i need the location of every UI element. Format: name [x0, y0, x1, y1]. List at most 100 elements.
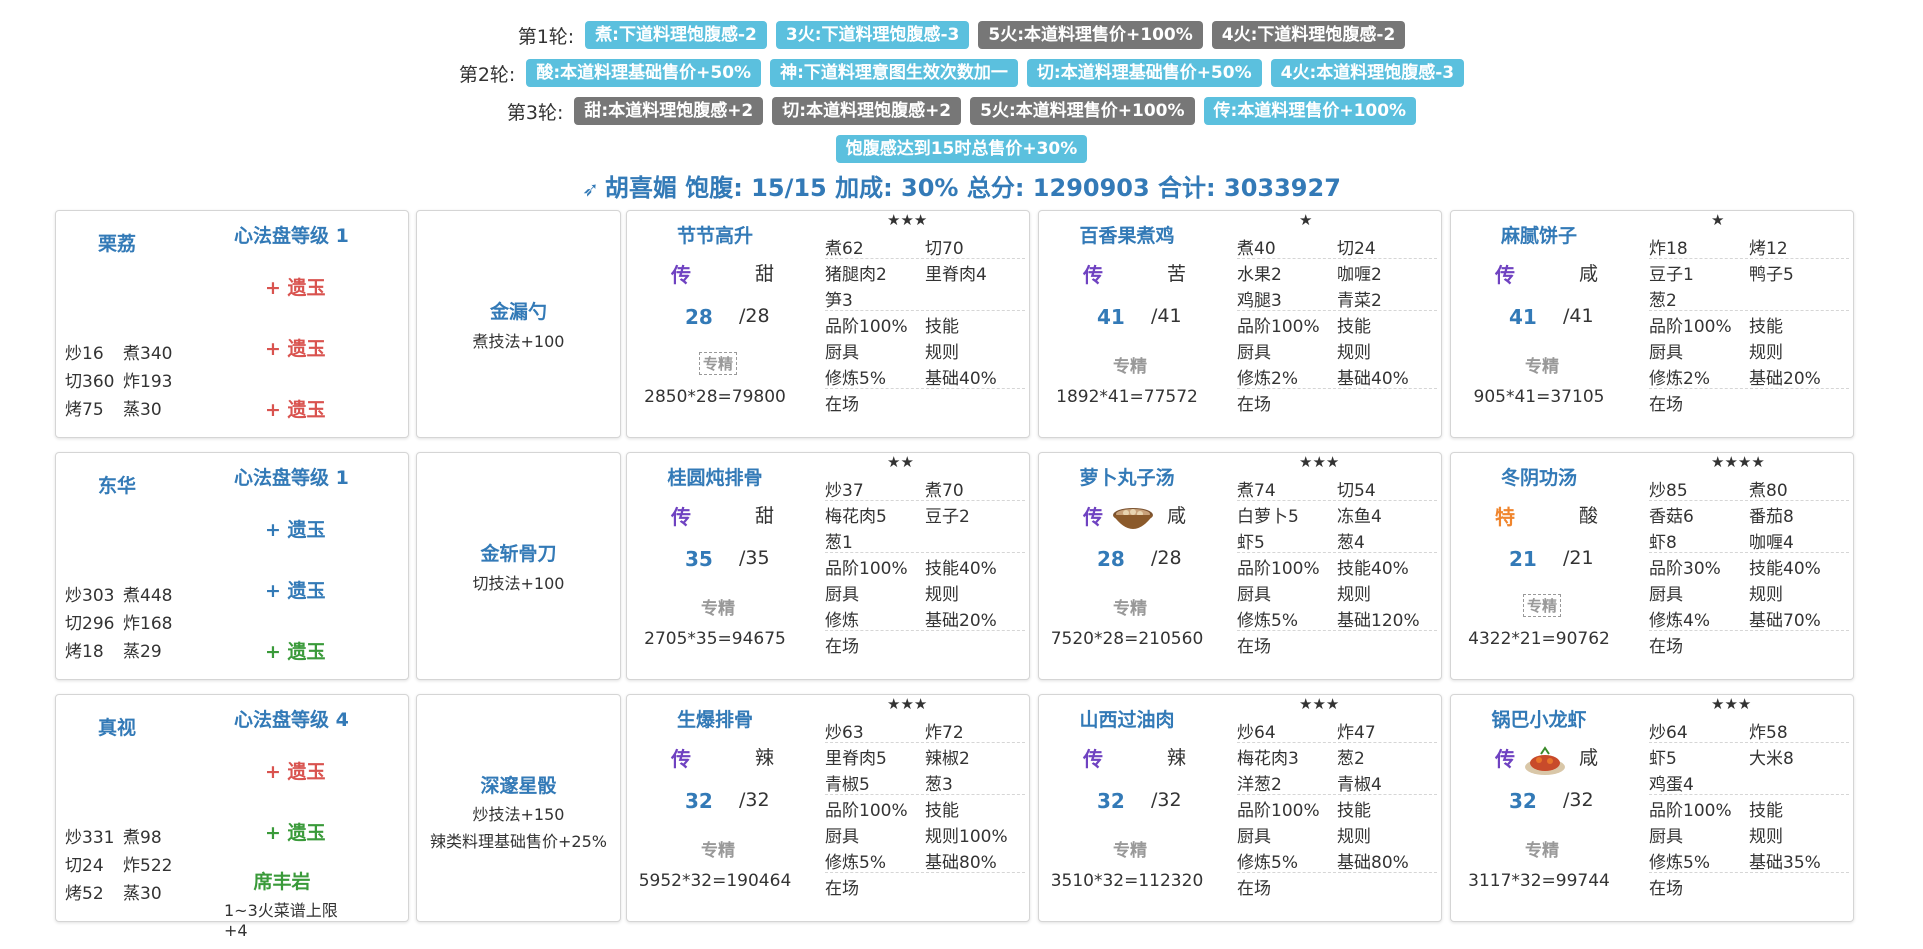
recipe-rank: 传 [671, 263, 691, 287]
recipe-name[interactable]: 节节高升 [641, 221, 789, 248]
recipe-quantity[interactable]: 41 [1097, 305, 1125, 329]
rule-tag: 神:下道料理意图生效次数加一 [770, 59, 1018, 87]
recipe-stat: 葱2 [1337, 749, 1365, 769]
relic-slot[interactable]: + 遗玉 [265, 395, 326, 422]
recipe-name[interactable]: 生爆排骨 [641, 705, 789, 732]
recipe-card: 麻腻饼子 ★ 传 咸 41/41 专精 905*41=37105 炸18 烤12 豆子1 鸭子5 葱2… [1450, 210, 1854, 438]
equipment-name[interactable]: 金斩骨刀 [417, 539, 620, 566]
recipe-stat-row: 厨具 规则 [1649, 337, 1849, 363]
ambient-name[interactable]: 席丰岩 [234, 867, 330, 894]
recipe-price-calc: 2850*28=79800 [644, 387, 786, 407]
recipe-quantity[interactable]: 41 [1509, 305, 1537, 329]
round-rules: 第1轮: 煮:下道料理饱腹感-2 3火:下道料理饱腹感-3 5火:本道料理售价+100… [0, 16, 1923, 168]
recipe-price-calc: 3510*32=112320 [1050, 871, 1204, 891]
recipe-quantity[interactable]: 32 [685, 789, 713, 813]
chef-name[interactable]: 东华 [98, 471, 136, 498]
recipe-quantity[interactable]: 32 [1509, 789, 1537, 813]
recipe-stat-row: 猪腿肉2 里脊肉4 [825, 259, 1025, 285]
recipe-quantity[interactable]: 35 [685, 547, 713, 571]
equipment-card[interactable]: 金漏勺 煮技法+100 [416, 210, 621, 438]
recipe-stat: 厨具 [1237, 585, 1271, 605]
recipe-rank: 传 [1083, 747, 1103, 771]
recipe-stat: 大米8 [1749, 749, 1794, 769]
recipe-stat: 炒64 [1237, 723, 1276, 743]
recipe-card: 冬阴功汤 ★★★★ 特 酸 21/21 专精 4322*21=90762 炒85 煮80 香菇6 番… [1450, 452, 1854, 680]
recipe-stat: 煮40 [1237, 239, 1276, 259]
recipe-stat: 炸72 [925, 723, 964, 743]
chef-level[interactable]: 心法盘等级 1 [234, 463, 349, 490]
equipment-name[interactable]: 深邃星骰 [417, 771, 620, 798]
recipe-name[interactable]: 冬阴功汤 [1465, 463, 1613, 490]
recipe-stat: 品阶100% [825, 317, 908, 337]
recipe-stat: 基础80% [925, 853, 997, 873]
chef-skill: 煮448 [123, 586, 173, 606]
recipe-stat-row: 修炼5% 基础80% [825, 847, 1025, 873]
relic-slot[interactable]: + 遗玉 [265, 637, 326, 664]
recipe-taste: 咸 [1579, 263, 1599, 285]
chef-skill: 蒸29 [123, 642, 162, 662]
recipe-name[interactable]: 锅巴小龙虾 [1465, 705, 1613, 732]
equipment-name[interactable]: 金漏勺 [417, 297, 620, 324]
recipe-stars: ★★★ [887, 695, 928, 713]
specialty-label: 专精 [1113, 599, 1147, 619]
recipe-stat: 技能40% [1337, 559, 1409, 579]
recipe-stat: 梅花肉5 [825, 507, 887, 527]
recipe-stat-row: 厨具 规则 [825, 337, 1025, 363]
recipe-stat: 品阶100% [1649, 317, 1732, 337]
specialty-label: 专精 [1525, 841, 1559, 861]
recipe-stat: 修炼5% [1649, 853, 1710, 873]
recipe-stat: 品阶100% [1237, 801, 1320, 821]
recipe-quantity[interactable]: 21 [1509, 547, 1537, 571]
chef-skill: 蒸30 [123, 884, 162, 904]
recipe-name[interactable]: 百香果煮鸡 [1053, 221, 1201, 248]
chef-skill: 炒303 [65, 586, 115, 606]
recipe-name[interactable]: 麻腻饼子 [1465, 221, 1613, 248]
relic-slot[interactable]: + 遗玉 [265, 576, 326, 603]
recipe-stat-row: 修炼5% 基础80% [1237, 847, 1437, 873]
recipe-stat-row: 厨具 规则 [825, 579, 1025, 605]
recipe-stat-row: 香菇6 番茄8 [1649, 501, 1849, 527]
recipe-stat: 技能40% [1749, 559, 1821, 579]
relic-slot[interactable]: + 遗玉 [265, 273, 326, 300]
recipe-stat: 技能 [1337, 801, 1371, 821]
relic-slot[interactable]: + 遗玉 [265, 334, 326, 361]
specialty-label: 专精 [1525, 357, 1559, 377]
recipe-quantity[interactable]: 32 [1097, 789, 1125, 813]
relic-slot[interactable]: + 遗玉 [265, 818, 326, 845]
recipe-stat-row: 鸡蛋4 [1649, 769, 1849, 795]
relic-slot[interactable]: + 遗玉 [265, 757, 326, 784]
recipe-stat: 鸭子5 [1749, 265, 1794, 285]
recipe-name[interactable]: 萝卜丸子汤 [1053, 463, 1201, 490]
recipe-quantity[interactable]: 28 [685, 305, 713, 329]
chef-name[interactable]: 真视 [98, 713, 136, 740]
recipe-max-quantity: /32 [739, 789, 770, 811]
recipe-stat: 基础70% [1749, 611, 1821, 631]
recipe-stat: 炸47 [1337, 723, 1376, 743]
recipe-stat-row: 修炼5% 基础120% [1237, 605, 1437, 631]
specialty-label: 专精 [699, 352, 738, 375]
crayfish-plate-icon [1525, 746, 1565, 775]
equipment-card[interactable]: 深邃星骰 炒技法+150 辣类料理基础售价+25% [416, 694, 621, 922]
recipe-stat-row: 水果2 咖喱2 [1237, 259, 1437, 285]
recipe-stat: 规则 [1337, 827, 1371, 847]
recipe-stat-row: 修炼 基础20% [825, 605, 1025, 631]
relic-slot[interactable]: + 遗玉 [265, 515, 326, 542]
recipe-stat: 规则 [1337, 585, 1371, 605]
equipment-card[interactable]: 金斩骨刀 切技法+100 [416, 452, 621, 680]
recipe-max-quantity: /28 [739, 305, 770, 327]
recipe-stat-row: 虾5 葱4 [1237, 527, 1437, 553]
recipe-name[interactable]: 桂圆炖排骨 [641, 463, 789, 490]
chef-skill: 煮98 [123, 828, 162, 848]
chef-level[interactable]: 心法盘等级 1 [234, 221, 349, 248]
recipe-quantity[interactable]: 28 [1097, 547, 1125, 571]
recipe-name[interactable]: 山西过油肉 [1053, 705, 1201, 732]
recipe-stat-row: 青椒5 葱3 [825, 769, 1025, 795]
chef-name[interactable]: 栗荔 [98, 229, 136, 256]
recipe-stat: 虾5 [1237, 533, 1265, 553]
recipe-stat-row: 品阶100% 技能 [1237, 311, 1437, 337]
recipe-stat-row: 修炼5% 基础35% [1649, 847, 1849, 873]
rule-tag: 4火:本道料理饱腹感-3 [1270, 59, 1465, 87]
recipe-stat: 在场 [1649, 637, 1683, 657]
recipe-stat: 炸58 [1749, 723, 1788, 743]
chef-level[interactable]: 心法盘等级 4 [234, 705, 349, 732]
